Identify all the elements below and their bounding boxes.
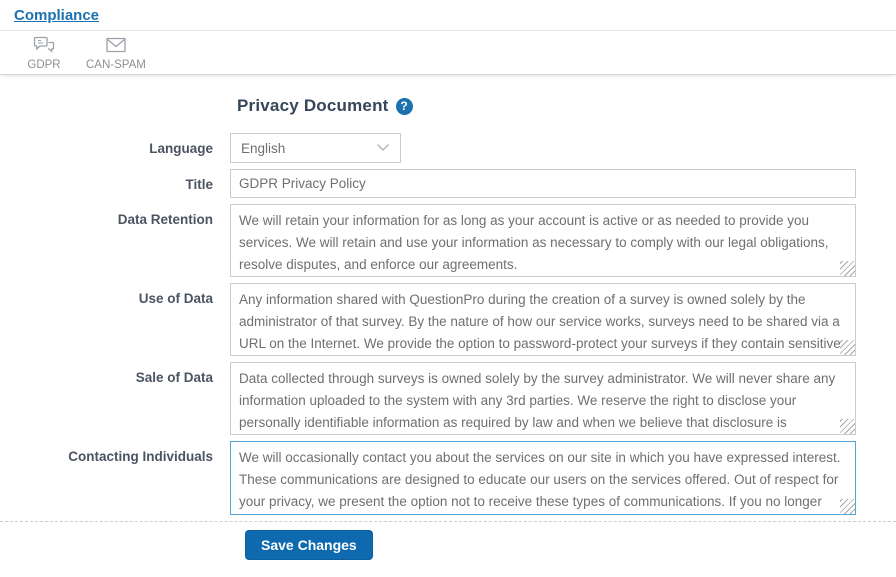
data-retention-label: Data Retention [0, 204, 230, 277]
sale-of-data-label: Sale of Data [0, 362, 230, 435]
compliance-link[interactable]: Compliance [14, 7, 99, 24]
page-title-row: Privacy Document ? [237, 96, 896, 116]
page-title: Privacy Document [237, 96, 389, 116]
data-retention-textarea[interactable]: We will retain your information for as l… [230, 204, 856, 277]
chevron-down-icon [376, 139, 390, 157]
use-of-data-row: Use of Data Any information shared with … [0, 283, 896, 356]
breadcrumb: Compliance [0, 0, 896, 30]
section-divider [0, 521, 896, 522]
help-icon[interactable]: ? [396, 98, 413, 115]
contacting-individuals-row: Contacting Individuals We will occasiona… [0, 441, 896, 515]
sale-of-data-textarea[interactable]: Data collected through surveys is owned … [230, 362, 856, 435]
tab-gdpr-label: GDPR [27, 59, 60, 71]
compliance-toolbar: GDPR CAN-SPAM [0, 30, 896, 75]
envelope-icon [103, 34, 129, 57]
privacy-document-form: Language English Title Data Retention We… [0, 133, 896, 515]
title-input[interactable] [230, 169, 856, 198]
tab-gdpr[interactable]: GDPR [16, 33, 72, 72]
use-of-data-label: Use of Data [0, 283, 230, 356]
title-row: Title [0, 169, 896, 198]
sale-of-data-row: Sale of Data Data collected through surv… [0, 362, 896, 435]
contacting-individuals-label: Contacting Individuals [0, 441, 230, 515]
use-of-data-textarea[interactable]: Any information shared with QuestionPro … [230, 283, 856, 356]
language-select[interactable]: English [230, 133, 401, 163]
language-row: Language English [0, 133, 896, 163]
language-selected-value: English [241, 141, 285, 156]
contacting-individuals-textarea[interactable]: We will occasionally contact you about t… [230, 441, 856, 515]
data-retention-row: Data Retention We will retain your infor… [0, 204, 896, 277]
gdpr-chat-bubbles-icon [32, 34, 56, 57]
title-label: Title [0, 169, 230, 198]
language-label: Language [0, 133, 230, 163]
tab-can-spam[interactable]: CAN-SPAM [82, 33, 150, 72]
save-changes-button[interactable]: Save Changes [245, 530, 373, 560]
tab-can-spam-label: CAN-SPAM [86, 59, 146, 71]
